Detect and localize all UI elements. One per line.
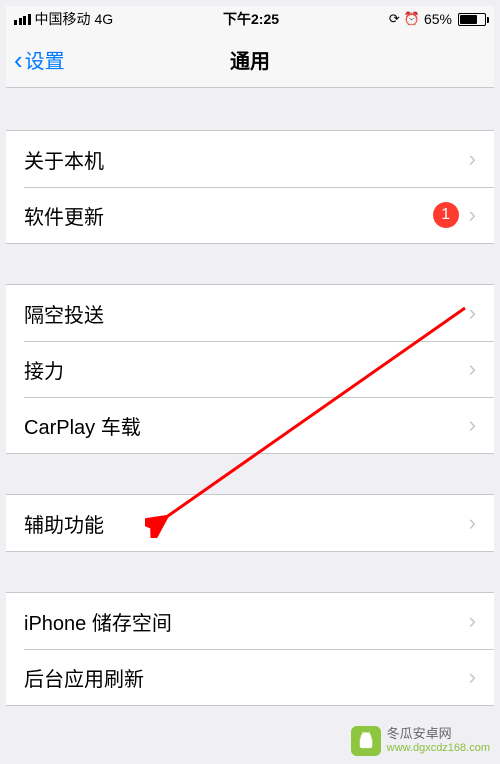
watermark-logo-icon: [351, 726, 381, 756]
status-right: ⟳ ⏰ 65%: [389, 11, 486, 27]
chevron-right-icon: ›: [469, 302, 476, 324]
group-storage: iPhone 储存空间 › 后台应用刷新 ›: [6, 592, 494, 706]
chevron-right-icon: ›: [469, 358, 476, 380]
group-about: 关于本机 › 软件更新 1 ›: [6, 130, 494, 244]
battery-percent: 65%: [424, 11, 452, 27]
row-label: CarPlay 车载: [24, 411, 141, 440]
chevron-right-icon: ›: [469, 666, 476, 688]
row-label: 接力: [24, 355, 64, 384]
update-badge: 1: [433, 202, 459, 228]
watermark: 冬瓜安卓网 www.dgxcdz168.com: [351, 726, 490, 756]
row-label: 软件更新: [24, 201, 104, 230]
row-about[interactable]: 关于本机 ›: [6, 131, 494, 187]
network-label: 4G: [95, 11, 114, 27]
status-time: 下午2:25: [223, 9, 279, 29]
row-label: 关于本机: [24, 145, 104, 174]
chevron-left-icon: ‹: [14, 47, 23, 73]
content-scroll[interactable]: 关于本机 › 软件更新 1 › 隔空投送 › 接力 ›: [6, 88, 494, 758]
chevron-right-icon: ›: [469, 610, 476, 632]
back-button[interactable]: ‹ 设置: [14, 32, 65, 87]
back-label: 设置: [25, 45, 65, 74]
battery-icon: [456, 13, 486, 26]
row-label: 隔空投送: [24, 299, 104, 328]
watermark-url: www.dgxcdz168.com: [387, 742, 490, 755]
nav-bar: ‹ 设置 通用: [6, 32, 494, 88]
row-background-refresh[interactable]: 后台应用刷新 ›: [6, 649, 494, 705]
row-software-update[interactable]: 软件更新 1 ›: [6, 187, 494, 243]
status-bar: 中国移动 4G 下午2:25 ⟳ ⏰ 65%: [6, 6, 494, 32]
group-connectivity: 隔空投送 › 接力 › CarPlay 车载 ›: [6, 284, 494, 454]
row-carplay[interactable]: CarPlay 车载 ›: [6, 397, 494, 453]
chevron-right-icon: ›: [469, 204, 476, 226]
row-airdrop[interactable]: 隔空投送 ›: [6, 285, 494, 341]
orientation-lock-icon: ⟳: [389, 11, 400, 27]
page-title: 通用: [230, 45, 270, 74]
chevron-right-icon: ›: [469, 414, 476, 436]
chevron-right-icon: ›: [469, 148, 476, 170]
carrier-label: 中国移动: [35, 9, 91, 29]
group-accessibility: 辅助功能 ›: [6, 494, 494, 552]
status-left: 中国移动 4G: [14, 9, 113, 29]
row-accessibility[interactable]: 辅助功能 ›: [6, 495, 494, 551]
alarm-icon: ⏰: [404, 11, 420, 27]
watermark-title: 冬瓜安卓网: [387, 727, 490, 742]
row-label: 辅助功能: [24, 509, 104, 538]
row-handoff[interactable]: 接力 ›: [6, 341, 494, 397]
row-iphone-storage[interactable]: iPhone 储存空间 ›: [6, 593, 494, 649]
chevron-right-icon: ›: [469, 512, 476, 534]
row-label: 后台应用刷新: [24, 663, 144, 692]
row-label: iPhone 储存空间: [24, 607, 172, 636]
signal-icon: [14, 14, 31, 25]
